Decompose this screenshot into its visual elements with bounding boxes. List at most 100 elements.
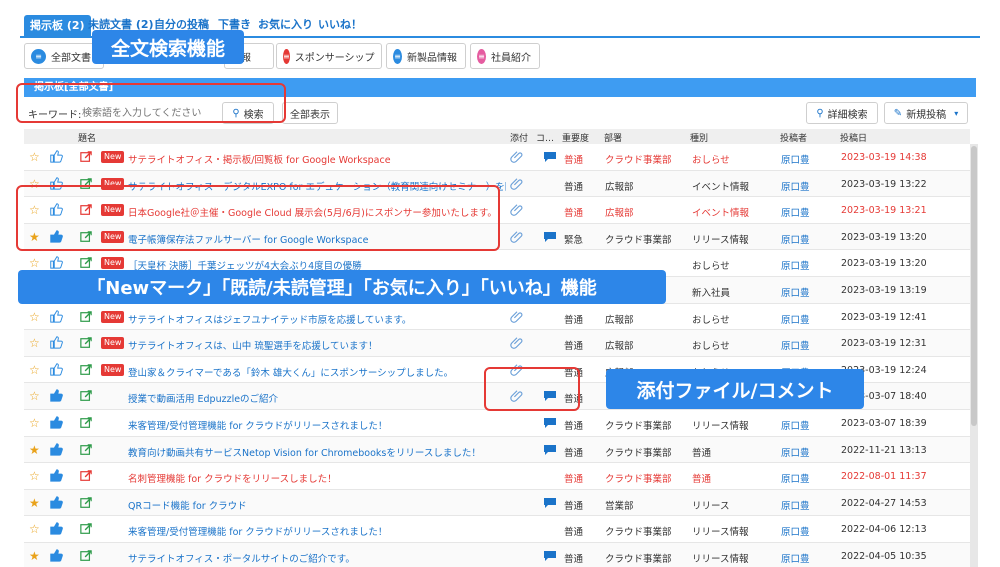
post-title[interactable]: 登山家＆クライマーである「鈴木 雄大くん」にスポンサーシップしました。: [128, 365, 506, 379]
open-external-icon[interactable]: [80, 497, 92, 509]
star-icon[interactable]: ☆: [29, 150, 40, 164]
comment-icon[interactable]: [543, 550, 557, 562]
table-row[interactable]: ★ QRコード機能 for クラウド 普通 営業部 リリース 原口豊 2022-04-27 …: [24, 489, 970, 517]
table-row[interactable]: ☆ New サテライトオフィスはジェフユナイテッド市原を応援しています。 普通 広報部 お…: [24, 304, 970, 331]
open-external-icon[interactable]: [80, 523, 92, 535]
scrollbar[interactable]: [970, 144, 978, 567]
table-row[interactable]: ☆ 名刺管理機能 for クラウドをリリースしました！ 普通 クラウド事業部 普通 原口豊…: [24, 463, 970, 490]
table-row[interactable]: ☆ New サテライトオフィスは、山中 琉聖選手を応援しています！ 普通 広報部 おしらせ…: [24, 330, 970, 357]
star-icon[interactable]: ★: [29, 443, 40, 457]
thumbs-up-icon[interactable]: [49, 388, 63, 402]
header-date[interactable]: 投稿日: [840, 131, 867, 144]
post-title[interactable]: 来客管理/受付管理機能 for クラウドがリリースされました！: [128, 524, 506, 538]
thumbs-up-icon[interactable]: [49, 335, 63, 349]
header-importance[interactable]: 重要度: [562, 131, 589, 144]
poster-link[interactable]: 原口豊: [781, 524, 810, 538]
new-post-button[interactable]: ✎ 新規投稿 ▾: [884, 102, 968, 124]
star-icon[interactable]: ☆: [29, 310, 40, 324]
paperclip-icon[interactable]: [510, 310, 524, 324]
thumbs-up-icon[interactable]: [49, 442, 63, 456]
paperclip-icon[interactable]: [510, 336, 524, 350]
star-icon[interactable]: ☆: [29, 522, 40, 536]
open-external-icon[interactable]: [80, 443, 92, 456]
thumbs-up-icon[interactable]: [49, 362, 63, 376]
table-row[interactable]: ★ サテライトオフィス・ポータルサイトのご紹介です。 普通 クラウド事業部 リリース情報…: [24, 543, 970, 567]
poster-link[interactable]: 原口豊: [781, 312, 810, 326]
category-sponsorship-button[interactable]: ≡ スポンサーシップ: [276, 43, 382, 69]
header-department[interactable]: 部署: [604, 131, 622, 144]
open-external-icon[interactable]: [80, 337, 92, 349]
poster-link[interactable]: 原口豊: [781, 445, 810, 459]
table-row[interactable]: ☆ New サテライトオフィス・掲示板/回覧板 for Google Workspa…: [24, 144, 970, 171]
star-icon[interactable]: ★: [29, 549, 40, 563]
paperclip-icon[interactable]: [510, 177, 524, 191]
thumbs-up-icon[interactable]: [49, 309, 63, 323]
star-icon[interactable]: ☆: [29, 416, 40, 430]
poster-link[interactable]: 原口豊: [781, 498, 810, 512]
header-comment[interactable]: コ…: [536, 131, 554, 144]
header-type[interactable]: 種別: [690, 131, 708, 144]
scrollbar-thumb[interactable]: [971, 146, 977, 426]
thumbs-up-icon[interactable]: [49, 468, 63, 482]
post-title[interactable]: 名刺管理機能 for クラウドをリリースしました！: [128, 471, 506, 485]
paperclip-icon[interactable]: [510, 203, 524, 217]
star-icon[interactable]: ☆: [29, 469, 40, 483]
star-icon[interactable]: ☆: [29, 363, 40, 377]
comment-icon[interactable]: [543, 417, 557, 429]
category-new-products-button[interactable]: ≡ 新製品情報: [386, 43, 466, 69]
open-external-icon[interactable]: [80, 310, 92, 323]
tab-likes[interactable]: いいね！: [318, 14, 362, 36]
table-row[interactable]: ☆ 来客管理/受付管理機能 for クラウドがリリースされました！ 普通 クラウド事業…: [24, 410, 970, 437]
post-title[interactable]: サテライトオフィス・ポータルサイトのご紹介です。: [128, 551, 506, 565]
open-external-icon[interactable]: [80, 417, 92, 429]
post-title[interactable]: QRコード機能 for クラウド: [128, 498, 506, 512]
post-title[interactable]: サテライトオフィスは、山中 琉聖選手を応援しています！: [128, 338, 506, 352]
header-title[interactable]: 題名: [78, 131, 96, 144]
poster-link[interactable]: 原口豊: [781, 152, 810, 166]
poster-link[interactable]: 原口豊: [781, 418, 810, 432]
comment-icon[interactable]: [543, 497, 557, 509]
thumbs-up-icon[interactable]: [49, 548, 63, 562]
header-attachment[interactable]: 添付: [510, 131, 528, 144]
star-icon[interactable]: ☆: [29, 389, 40, 403]
star-icon[interactable]: ☆: [29, 256, 40, 270]
thumbs-up-icon[interactable]: [49, 495, 63, 509]
open-external-icon[interactable]: [80, 151, 92, 163]
open-external-icon[interactable]: [80, 550, 92, 562]
thumbs-up-icon[interactable]: [49, 415, 63, 429]
post-title[interactable]: 授業で動画活用 Edpuzzleのご紹介: [128, 391, 506, 405]
open-external-icon[interactable]: [80, 470, 92, 482]
paperclip-icon[interactable]: [510, 150, 524, 164]
poster-link[interactable]: 原口豊: [781, 179, 810, 193]
comment-icon[interactable]: [543, 444, 557, 456]
poster-link[interactable]: 原口豊: [781, 205, 810, 219]
star-icon[interactable]: ★: [29, 496, 40, 510]
post-title[interactable]: サテライトオフィスはジェフユナイテッド市原を応援しています。: [128, 312, 506, 326]
table-row[interactable]: ★ 教育向け動画共有サービスNetop Vision for Chromebook…: [24, 436, 970, 464]
paperclip-icon[interactable]: [510, 230, 524, 244]
star-icon[interactable]: ☆: [29, 336, 40, 350]
thumbs-up-icon[interactable]: [49, 255, 63, 269]
category-staff-button[interactable]: ≡ 社員紹介: [470, 43, 540, 69]
open-external-icon[interactable]: [80, 257, 92, 269]
open-external-icon[interactable]: [80, 390, 92, 402]
poster-link[interactable]: 原口豊: [781, 232, 810, 246]
tab-board[interactable]: 掲示板 (2): [24, 15, 91, 38]
post-title[interactable]: 教育向け動画共有サービスNetop Vision for Chromebooks…: [128, 445, 506, 459]
poster-link[interactable]: 原口豊: [781, 338, 810, 352]
comment-icon[interactable]: [543, 151, 557, 163]
show-all-button[interactable]: 全部表示: [282, 102, 338, 124]
thumbs-up-icon[interactable]: [49, 149, 63, 163]
open-external-icon[interactable]: [80, 364, 92, 376]
advanced-search-button[interactable]: ⚲ 詳細検索: [806, 102, 878, 124]
poster-link[interactable]: 原口豊: [781, 471, 810, 485]
poster-link[interactable]: 原口豊: [781, 551, 810, 565]
post-title[interactable]: サテライトオフィス・掲示板/回覧板 for Google Workspace: [128, 152, 506, 166]
table-row[interactable]: ☆ 来客管理/受付管理機能 for クラウドがリリースされました！ 普通 クラウド事業…: [24, 516, 970, 543]
thumbs-up-icon[interactable]: [49, 521, 63, 535]
tab-favorites[interactable]: お気に入り: [258, 14, 313, 36]
poster-link[interactable]: 原口豊: [781, 258, 810, 272]
header-poster[interactable]: 投稿者: [780, 131, 807, 144]
poster-link[interactable]: 原口豊: [781, 285, 810, 299]
post-title[interactable]: 来客管理/受付管理機能 for クラウドがリリースされました！: [128, 418, 506, 432]
